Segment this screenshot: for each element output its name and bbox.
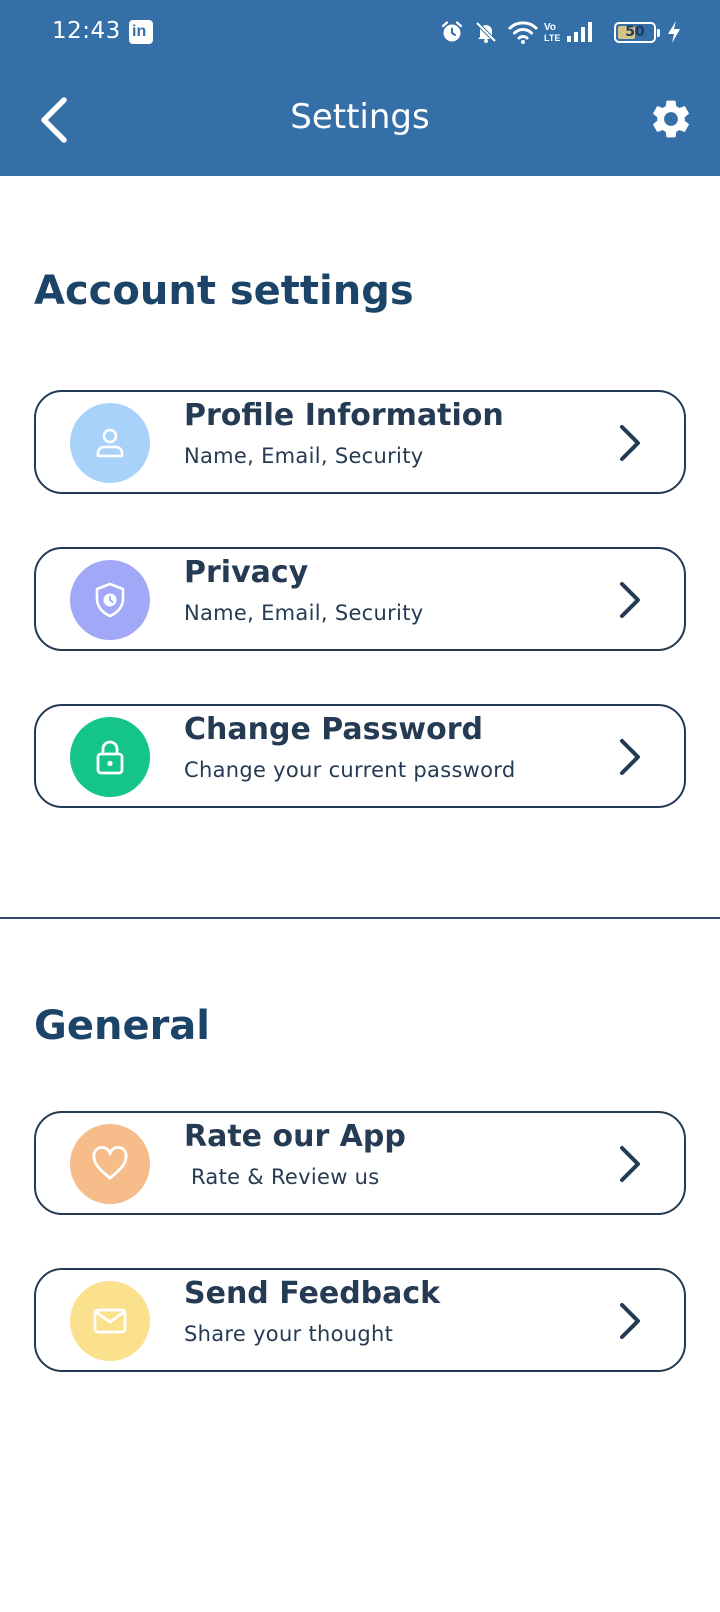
signal-icon [567,22,592,42]
linkedin-notification-icon: in [129,20,153,44]
status-time: 12:43 [52,18,121,44]
item-subtitle: Change your current password [184,758,516,782]
item-subtitle: Rate & Review us [184,1165,380,1189]
rate-icon-badge [70,1124,150,1204]
profile-icon-badge [70,403,150,483]
user-icon [96,428,124,458]
chevron-right-icon [620,425,640,461]
chevron-right-icon [620,1303,640,1339]
rate-app-item[interactable]: Rate our App Rate & Review us [34,1111,686,1215]
item-subtitle: Name, Email, Security [184,601,424,625]
chevron-right-icon [620,739,640,775]
battery-icon: 50 [614,22,656,43]
profile-information-item[interactable]: Profile Information Name, Email, Securit… [34,390,686,494]
section-title-account-settings: Account settings [34,268,414,314]
battery-cap [657,29,660,37]
chevron-right-icon [620,1146,640,1182]
password-icon-badge [70,717,150,797]
privacy-item[interactable]: Privacy Name, Email, Security [34,547,686,651]
lock-icon [96,740,124,775]
battery-level: 50 [625,24,645,40]
item-subtitle: Share your thought [184,1322,394,1346]
send-feedback-item[interactable]: Send Feedback Share your thought [34,1268,686,1372]
volte-icon: Vo LTE [544,22,560,43]
mail-icon [93,1308,127,1334]
change-password-item[interactable]: Change Password Change your current pass… [34,704,686,808]
svg-text:LTE: LTE [544,33,560,43]
section-divider [0,917,720,919]
section-title-general: General [34,1003,210,1049]
charging-icon [668,21,680,43]
app-header: 12:43 in Vo LTE 50 Settings [0,0,720,176]
back-button[interactable] [30,92,80,148]
status-icons: Vo LTE 50 [420,0,720,64]
settings-gear-button[interactable] [648,96,698,146]
heart-icon [92,1145,128,1180]
page-title: Settings [290,97,430,137]
item-title: Privacy [184,555,309,590]
feedback-icon-badge [70,1281,150,1361]
svg-text:Vo: Vo [544,22,556,33]
wifi-icon [508,21,538,44]
chevron-left-icon [41,97,67,143]
item-subtitle: Name, Email, Security [184,444,424,468]
alarm-icon [441,21,463,42]
shield-clock-icon [95,582,125,618]
privacy-icon-badge [70,560,150,640]
gear-icon [653,100,689,138]
bell-off-icon [475,21,497,43]
item-title: Profile Information [184,398,504,433]
item-title: Rate our App [184,1119,406,1154]
item-title: Change Password [184,712,483,747]
item-title: Send Feedback [184,1276,441,1311]
status-bar: 12:43 in Vo LTE 50 [0,0,720,64]
chevron-right-icon [620,582,640,618]
